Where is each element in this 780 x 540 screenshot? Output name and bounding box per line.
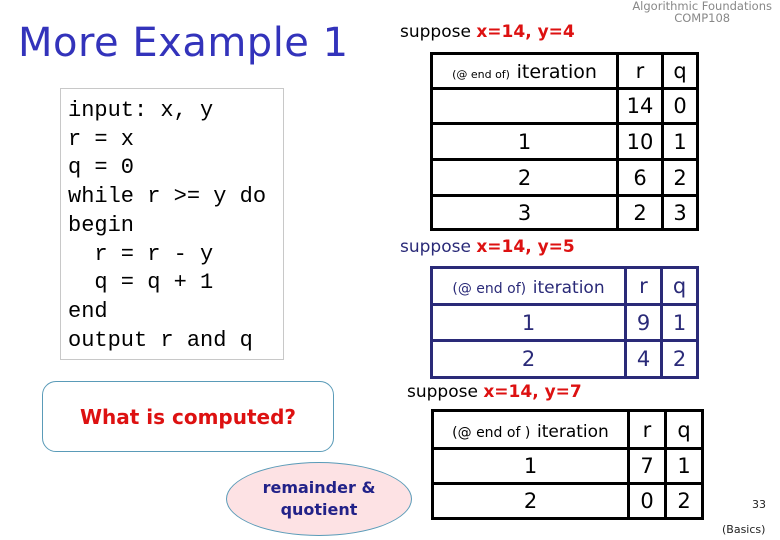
trace-table-2: (@ end of) iteration r q 1 9 1 2 4 2 (430, 266, 699, 379)
pseudocode: input: x, y r = x q = 0 while r >= y do … (68, 97, 266, 355)
header-iteration: (@ end of) iteration (430, 52, 619, 90)
cell-r: 4 (624, 339, 663, 379)
header-iteration: (@ end of) iteration (430, 266, 627, 306)
table-row: 1 10 1 (430, 122, 699, 161)
table-row: 1 9 1 (430, 303, 699, 342)
cell-r: 14 (616, 87, 664, 125)
table-row: 2 0 2 (431, 482, 704, 520)
cell-r: 6 (616, 158, 664, 197)
course-header: Algorithmic Foundations COMP108 (632, 0, 772, 24)
pseudocode-box: input: x, y r = x q = 0 while r >= y do … (60, 88, 284, 360)
code-line: begin (68, 212, 135, 238)
code-line: output r and q (68, 327, 253, 353)
cell-iteration: 1 (430, 303, 627, 342)
table-header-row: (@ end of) iteration r q (430, 52, 699, 90)
cell-q: 1 (661, 122, 699, 161)
trace-2-caption: suppose x=14, y=5 (400, 237, 575, 257)
code-line: r = x (68, 126, 135, 152)
cell-iteration: 1 (430, 122, 619, 161)
code-line: while r >= y do (68, 184, 267, 210)
suppose-values: x=14, y=4 (476, 22, 575, 42)
trace-table-3: (@ end of ) iteration r q 1 7 1 2 0 2 (431, 409, 704, 520)
header-q: q (660, 266, 699, 306)
suppose-label: suppose (400, 237, 471, 257)
trace-3-caption: suppose x=14, y=7 (407, 382, 582, 402)
answer-ellipse: remainder & quotient (226, 462, 412, 536)
answer-line: quotient (280, 500, 358, 519)
table-header-row: (@ end of) iteration r q (430, 266, 699, 306)
cell-q: 3 (661, 194, 699, 231)
table-row: 3 2 3 (430, 194, 699, 231)
cell-iteration (430, 87, 619, 125)
code-line: input: x, y (68, 98, 214, 123)
code-line: r = r - y (68, 241, 214, 267)
trace-1-caption: suppose x=14, y=4 (400, 22, 575, 42)
header-iteration: (@ end of ) iteration (431, 409, 630, 450)
cell-iteration: 2 (430, 158, 619, 197)
answer-text: remainder & quotient (263, 477, 376, 521)
section-label: (Basics) (722, 523, 766, 536)
table-row: 2 6 2 (430, 158, 699, 197)
code-line: end (68, 298, 108, 324)
header-q: q (664, 409, 704, 450)
cell-r: 7 (627, 447, 667, 485)
cell-q: 1 (664, 447, 704, 485)
cell-iteration: 2 (431, 482, 630, 520)
suppose-values: x=14, y=7 (483, 382, 582, 402)
header-r: r (616, 52, 664, 90)
code-line: q = 0 (68, 155, 135, 181)
question-callout: What is computed? (42, 381, 334, 452)
course-code: COMP108 (674, 11, 731, 25)
table-header-row: (@ end of ) iteration r q (431, 409, 704, 450)
cell-iteration: 3 (430, 194, 619, 231)
cell-q: 1 (660, 303, 699, 342)
table-row: 1 7 1 (431, 447, 704, 485)
cell-r: 2 (616, 194, 664, 231)
cell-iteration: 1 (431, 447, 630, 485)
header-q: q (661, 52, 699, 90)
cell-r: 9 (624, 303, 663, 342)
page-number: 33 (752, 498, 766, 511)
header-r: r (627, 409, 667, 450)
table-row: 2 4 2 (430, 339, 699, 379)
cell-iteration: 2 (430, 339, 627, 379)
cell-q: 2 (664, 482, 704, 520)
code-line: q = q + 1 (68, 270, 214, 296)
table-row: 14 0 (430, 87, 699, 125)
suppose-label: suppose (407, 382, 478, 402)
suppose-values: x=14, y=5 (476, 237, 575, 257)
header-r: r (624, 266, 663, 306)
answer-line: remainder & (262, 478, 376, 497)
question-text: What is computed? (79, 404, 297, 429)
trace-table-1: (@ end of) iteration r q 14 0 1 10 1 2 6… (430, 52, 699, 231)
cell-r: 0 (627, 482, 667, 520)
cell-q: 0 (661, 87, 699, 125)
cell-r: 10 (616, 122, 664, 161)
cell-q: 2 (661, 158, 699, 197)
cell-q: 2 (660, 339, 699, 379)
slide-title: More Example 1 (18, 20, 349, 66)
suppose-label: suppose (400, 22, 471, 42)
